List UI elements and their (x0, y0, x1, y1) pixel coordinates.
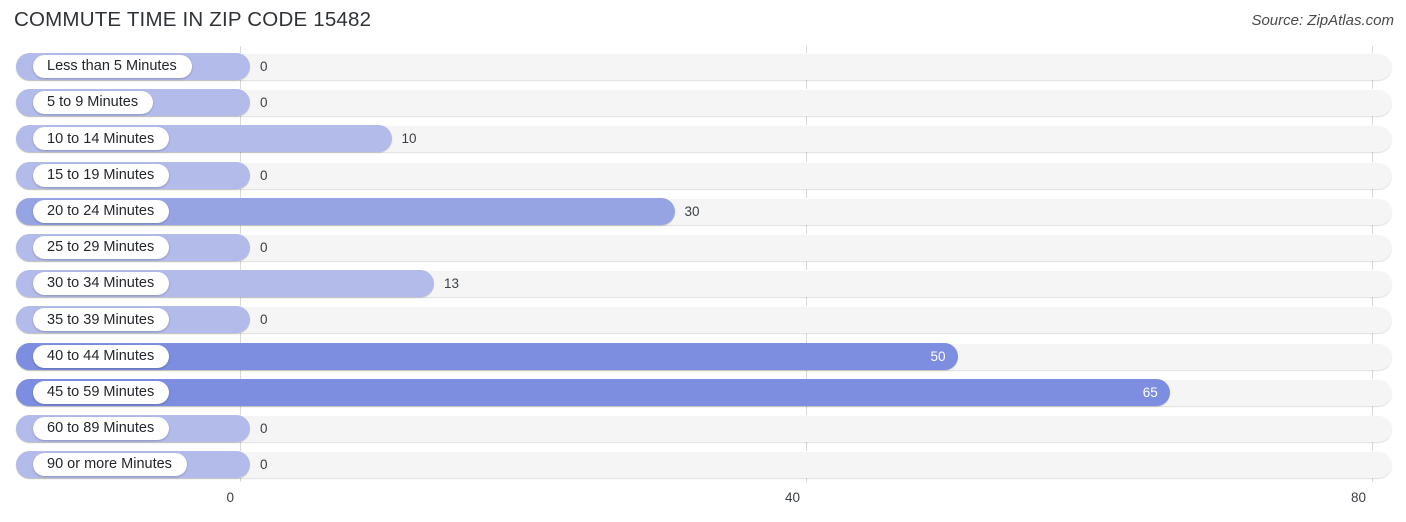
category-label-pill: 35 to 39 Minutes (33, 308, 170, 332)
bar-value-outside: 13 (443, 276, 459, 292)
page-title: COMMUTE TIME IN ZIP CODE 15482 (14, 8, 372, 31)
category-label-pill: 90 or more Minutes (33, 453, 187, 477)
category-label: 90 or more Minutes (47, 456, 172, 473)
source-attribution: Source: ZipAtlas.com (1251, 12, 1394, 29)
category-label-pill: 25 to 29 Minutes (33, 236, 170, 259)
x-axis-tick-label: 80 (1350, 490, 1366, 505)
chart-row[interactable]: Less than 5 Minutes 0 (16, 53, 1392, 80)
bar-value-outside: 0 (260, 95, 268, 111)
category-label: 30 to 34 Minutes (47, 275, 155, 292)
category-label: 60 to 89 Minutes (47, 420, 155, 437)
chart-row[interactable]: 35 to 39 Minutes 0 (16, 306, 1392, 334)
category-label: 35 to 39 Minutes (47, 311, 155, 328)
chart-row[interactable]: 15 to 19 Minutes 0 (16, 161, 1392, 189)
chart-bar-rows: Less than 5 Minutes 0 5 to 9 Minutes 0 10 to… (0, 46, 1406, 482)
bar-value-outside: 0 (260, 421, 268, 436)
category-label-pill: 15 to 19 Minutes (33, 163, 170, 187)
bar-value-outside: 0 (260, 59, 268, 74)
chart-row[interactable]: 45 to 59 Minutes 65 (16, 378, 1392, 406)
category-label-pill: 5 to 9 Minutes (33, 91, 154, 115)
bar-value-outside: 0 (260, 457, 268, 473)
chart-row[interactable]: 30 to 34 Minutes 13 (16, 270, 1392, 298)
chart-row[interactable]: 60 to 89 Minutes 0 (16, 415, 1392, 442)
chart-plot-area: Less than 5 Minutes 0 5 to 9 Minutes 0 10 to… (0, 46, 1406, 482)
category-label-pill: 10 to 14 Minutes (33, 127, 170, 151)
bar-value-outside: 0 (260, 312, 268, 328)
category-label-pill: 60 to 89 Minutes (33, 417, 170, 440)
category-label: 10 to 14 Minutes (47, 130, 155, 147)
category-label-pill: Less than 5 Minutes (33, 55, 192, 78)
x-axis-tick-label: 40 (784, 490, 800, 505)
chart-row[interactable]: 10 to 14 Minutes 10 (16, 125, 1392, 153)
category-label: 45 to 59 Minutes (47, 384, 155, 401)
category-label-pill: 20 to 24 Minutes (33, 199, 170, 223)
category-label-pill: 45 to 59 Minutes (33, 380, 170, 404)
value-bar[interactable] (16, 378, 1170, 406)
x-axis-tick-label: 0 (226, 490, 234, 505)
chart-row[interactable]: 5 to 9 Minutes 0 (16, 89, 1392, 117)
chart-x-axis: 0 40 80 (0, 484, 1406, 522)
category-label: 20 to 24 Minutes (47, 203, 155, 220)
bar-value-inside: 50 (930, 348, 946, 364)
category-label: 40 to 44 Minutes (47, 347, 155, 364)
bar-value-inside: 65 (1142, 384, 1158, 400)
chart-row[interactable]: 40 to 44 Minutes 50 (16, 342, 1392, 370)
chart-row[interactable]: 20 to 24 Minutes 30 (16, 197, 1392, 225)
chart-row[interactable]: 25 to 29 Minutes 0 (16, 234, 1392, 261)
category-label-pill: 30 to 34 Minutes (33, 272, 170, 296)
chart-header: COMMUTE TIME IN ZIP CODE 15482 Source: Z… (0, 0, 1406, 44)
bar-value-outside: 30 (684, 203, 700, 219)
bar-value-outside: 10 (401, 131, 417, 147)
category-label: 25 to 29 Minutes (47, 239, 155, 256)
bar-value-outside: 0 (260, 240, 268, 255)
category-label-pill: 40 to 44 Minutes (33, 344, 170, 368)
bar-value-outside: 0 (260, 167, 268, 183)
category-label: Less than 5 Minutes (47, 58, 177, 75)
category-label: 15 to 19 Minutes (47, 166, 155, 183)
category-label: 5 to 9 Minutes (47, 94, 139, 111)
chart-row[interactable]: 90 or more Minutes 0 (16, 451, 1392, 479)
